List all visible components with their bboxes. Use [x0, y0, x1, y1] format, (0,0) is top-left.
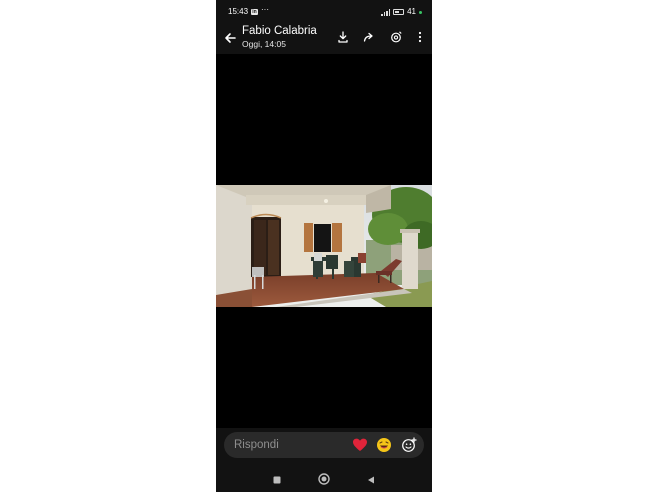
add-emoji-icon[interactable]	[401, 437, 417, 453]
status-time: 15:43	[228, 7, 249, 16]
more-vert-icon[interactable]	[413, 30, 427, 44]
message-timestamp: Oggi, 14:05	[242, 39, 286, 49]
edit-photo-icon[interactable]	[389, 30, 403, 44]
status-bar: 15:43 in ··· 41	[216, 0, 432, 24]
download-icon[interactable]	[336, 30, 350, 44]
shared-photo[interactable]	[216, 185, 432, 307]
laughing-emoji-icon[interactable]	[376, 437, 392, 453]
battery-icon	[393, 9, 405, 15]
forward-icon[interactable]	[362, 30, 376, 44]
media-viewer-appbar: Fabio Calabria Oggi, 14:05	[216, 24, 432, 54]
heart-reaction-icon[interactable]	[352, 437, 368, 453]
privacy-indicator-dot	[419, 10, 422, 14]
reply-input[interactable]: Rispondi	[224, 432, 424, 458]
battery-level: 41	[407, 7, 416, 16]
phone-screen: 15:43 in ··· 41 Fabio Calabria Oggi, 14:…	[216, 0, 432, 492]
arrow-left-icon[interactable]	[222, 30, 238, 46]
status-right-group: 41	[381, 0, 422, 24]
back-triangle-icon[interactable]	[366, 475, 376, 485]
contact-name: Fabio Calabria	[242, 25, 317, 37]
recents-square-icon[interactable]	[272, 475, 282, 485]
more-notifications-icon: ···	[261, 5, 269, 14]
linkedin-notification-icon: in	[251, 9, 258, 15]
reply-area: Rispondi	[216, 428, 432, 492]
signal-icon	[381, 8, 391, 16]
reply-placeholder: Rispondi	[234, 439, 279, 451]
home-circle-icon[interactable]	[318, 473, 330, 485]
